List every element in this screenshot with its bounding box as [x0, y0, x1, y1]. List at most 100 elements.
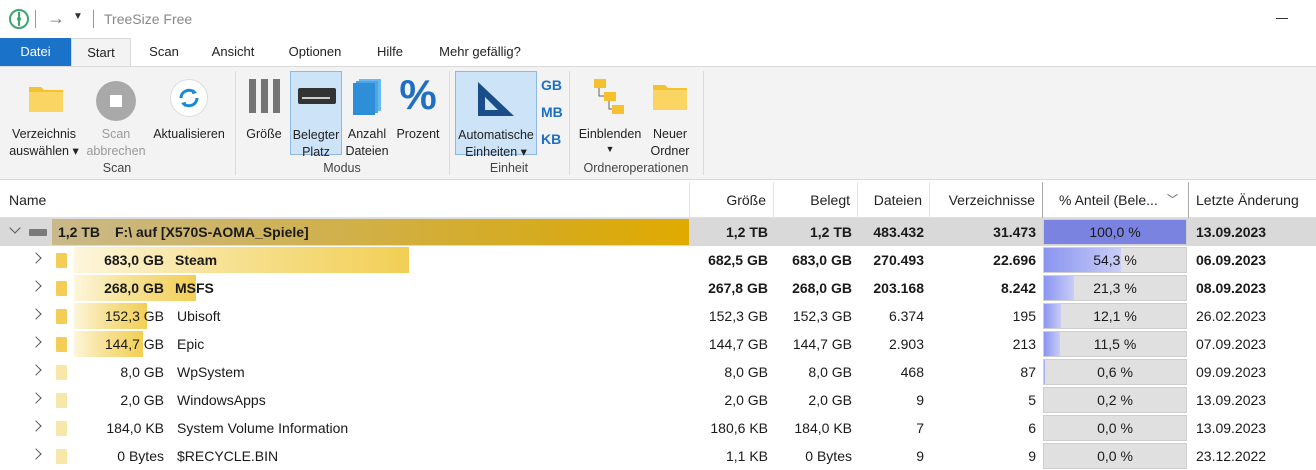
row-name: F:\ auf [X570S-AOMA_Spiele] — [115, 224, 309, 240]
new-folder-icon — [652, 81, 688, 111]
column-header-name[interactable]: Name — [3, 182, 683, 218]
tab-start[interactable]: Start — [71, 38, 131, 67]
unit-kb-button[interactable]: KB — [541, 131, 561, 147]
row-dirs: 87 — [1020, 364, 1036, 380]
chevron-down-icon: ﹀ — [1167, 194, 1178, 206]
quick-access-dropdown-icon[interactable]: ▼ — [73, 11, 83, 22]
mode-percent-button[interactable]: % Prozent — [392, 73, 444, 155]
percent-label: 0,6 % — [1097, 364, 1133, 380]
row-size-label: 8,0 GB — [120, 364, 164, 380]
row-allocated: 184,0 KB — [794, 420, 852, 436]
folder-icon — [56, 449, 67, 464]
percent-bar: 0,0 % — [1043, 443, 1187, 469]
mode-allocated-space-button[interactable]: Belegter Platz — [290, 71, 342, 159]
group-separator — [703, 71, 704, 175]
new-folder-button[interactable]: Neuer Ordner — [646, 73, 694, 158]
expand-chevron-icon[interactable] — [30, 336, 42, 348]
row-size: 267,8 GB — [708, 280, 768, 296]
column-header-percent[interactable]: % Anteil (Bele... ﹀ — [1042, 182, 1189, 218]
folder-icon — [56, 393, 67, 408]
title-bar: → ▼ TreeSize Free — [0, 0, 1316, 38]
expand-chevron-icon[interactable] — [30, 252, 42, 264]
expand-chevron-icon[interactable] — [30, 280, 42, 292]
tab-datei[interactable]: Datei — [0, 38, 71, 66]
minimize-button[interactable] — [1276, 8, 1316, 30]
row-size: 1,1 KB — [725, 448, 768, 464]
forward-arrow-icon[interactable]: → — [47, 8, 65, 29]
row-modified: 08.09.2023 — [1196, 280, 1267, 296]
row-dirs: 213 — [1012, 336, 1036, 352]
refresh-button[interactable]: Aktualisieren — [150, 73, 228, 155]
unit-gb-button[interactable]: GB — [541, 77, 562, 93]
column-header-files[interactable]: Dateien — [858, 182, 928, 218]
column-header-dirs[interactable]: Verzeichnisse — [930, 182, 1041, 218]
row-files: 9 — [916, 392, 924, 408]
percent-label: 21,3 % — [1093, 280, 1137, 296]
expand-chevron-icon[interactable] — [30, 364, 42, 376]
table-row[interactable]: 8,0 GB WpSystem 8,0 GB 8,0 GB 468 87 0,6 % 09.0… — [0, 358, 1316, 386]
row-files: 483.432 — [873, 224, 924, 240]
expand-button[interactable]: Einblenden ▼ — [574, 73, 646, 155]
automatic-units-button[interactable]: Automatische Einheiten ▾ — [455, 71, 537, 159]
row-size: 8,0 GB — [724, 364, 768, 380]
set-square-icon — [476, 80, 516, 118]
percent-label: 12,1 % — [1093, 308, 1137, 324]
table-row[interactable]: 152,3 GB Ubisoft 152,3 GB 152,3 GB 6.374 195 1… — [0, 302, 1316, 330]
tab-ansicht[interactable]: Ansicht — [200, 38, 266, 66]
column-header-modified[interactable]: Letzte Änderung — [1190, 182, 1316, 218]
row-dirs: 5 — [1028, 392, 1036, 408]
row-name: $RECYCLE.BIN — [177, 448, 279, 464]
row-size-label: 2,0 GB — [120, 392, 164, 408]
row-size-label: 683,0 GB — [104, 252, 164, 268]
table-row[interactable]: 683,0 GB Steam 682,5 GB 683,0 GB 270.493 22.6… — [0, 246, 1316, 274]
stacked-files-icon — [353, 79, 383, 115]
percent-label: 0,0 % — [1097, 448, 1133, 464]
group-label-einheit: Einheit — [489, 161, 529, 175]
row-files: 468 — [900, 364, 924, 380]
row-name: MSFS — [175, 280, 214, 296]
row-files: 7 — [916, 420, 924, 436]
row-size-label: 0 Bytes — [117, 448, 164, 464]
percent-label: 11,5 % — [1093, 336, 1137, 352]
row-size-label: 184,0 KB — [106, 420, 164, 436]
expand-chevron-icon[interactable] — [30, 392, 42, 404]
expand-chevron-icon[interactable] — [30, 420, 42, 432]
tab-scan[interactable]: Scan — [138, 38, 190, 66]
row-size: 682,5 GB — [708, 252, 768, 268]
unit-mb-button[interactable]: MB — [541, 104, 563, 120]
row-modified: 26.02.2023 — [1196, 308, 1267, 324]
table-row[interactable]: 144,7 GB Epic 144,7 GB 144,7 GB 2.903 213 11,5… — [0, 330, 1316, 358]
collapse-chevron-icon[interactable] — [9, 222, 21, 234]
row-size: 152,3 GB — [708, 308, 768, 324]
expand-chevron-icon[interactable] — [30, 308, 42, 320]
table-row-root[interactable]: 1,2 TB F:\ auf [X570S-AOMA_Spiele] 1,2 T… — [0, 218, 1316, 246]
mode-file-count-button[interactable]: Anzahl Dateien — [344, 73, 390, 158]
row-size: 2,0 GB — [724, 392, 768, 408]
tab-mehr-gefaellig[interactable]: Mehr gefällig? — [430, 38, 530, 66]
stop-icon — [96, 81, 136, 121]
treesize-app-icon[interactable] — [9, 9, 29, 29]
table-row[interactable]: 184,0 KB System Volume Information 180,6 K… — [0, 414, 1316, 442]
column-header-size[interactable]: Größe — [690, 182, 772, 218]
folder-icon — [56, 253, 67, 268]
table-row[interactable]: 2,0 GB WindowsApps 2,0 GB 2,0 GB 9 5 0,2 % 13.0… — [0, 386, 1316, 414]
percent-bar: 0,2 % — [1043, 387, 1187, 413]
tab-optionen[interactable]: Optionen — [280, 38, 350, 66]
group-separator — [449, 71, 450, 175]
tab-hilfe[interactable]: Hilfe — [362, 38, 418, 66]
select-directory-button[interactable]: Verzeichnis auswählen ▾ — [6, 73, 82, 158]
titlebar-separator — [93, 10, 94, 28]
row-allocated: 2,0 GB — [808, 392, 852, 408]
row-modified: 13.09.2023 — [1196, 420, 1267, 436]
row-name: Epic — [177, 336, 205, 352]
expand-chevron-icon[interactable] — [30, 448, 42, 460]
table-row[interactable]: 0 Bytes $RECYCLE.BIN 1,1 KB 0 Bytes 9 9 0,0 % 2… — [0, 442, 1316, 470]
column-header-allocated[interactable]: Belegt — [774, 182, 856, 218]
refresh-icon — [170, 79, 208, 117]
folder-icon — [56, 337, 67, 352]
group-label-modus: Modus — [323, 161, 361, 175]
mode-size-button[interactable]: Größe — [242, 73, 286, 155]
stop-scan-button[interactable]: Scan abbrechen — [82, 73, 150, 158]
row-modified: 23.12.2022 — [1196, 448, 1267, 464]
table-row[interactable]: 268,0 GB MSFS 267,8 GB 268,0 GB 203.168 8.242… — [0, 274, 1316, 302]
